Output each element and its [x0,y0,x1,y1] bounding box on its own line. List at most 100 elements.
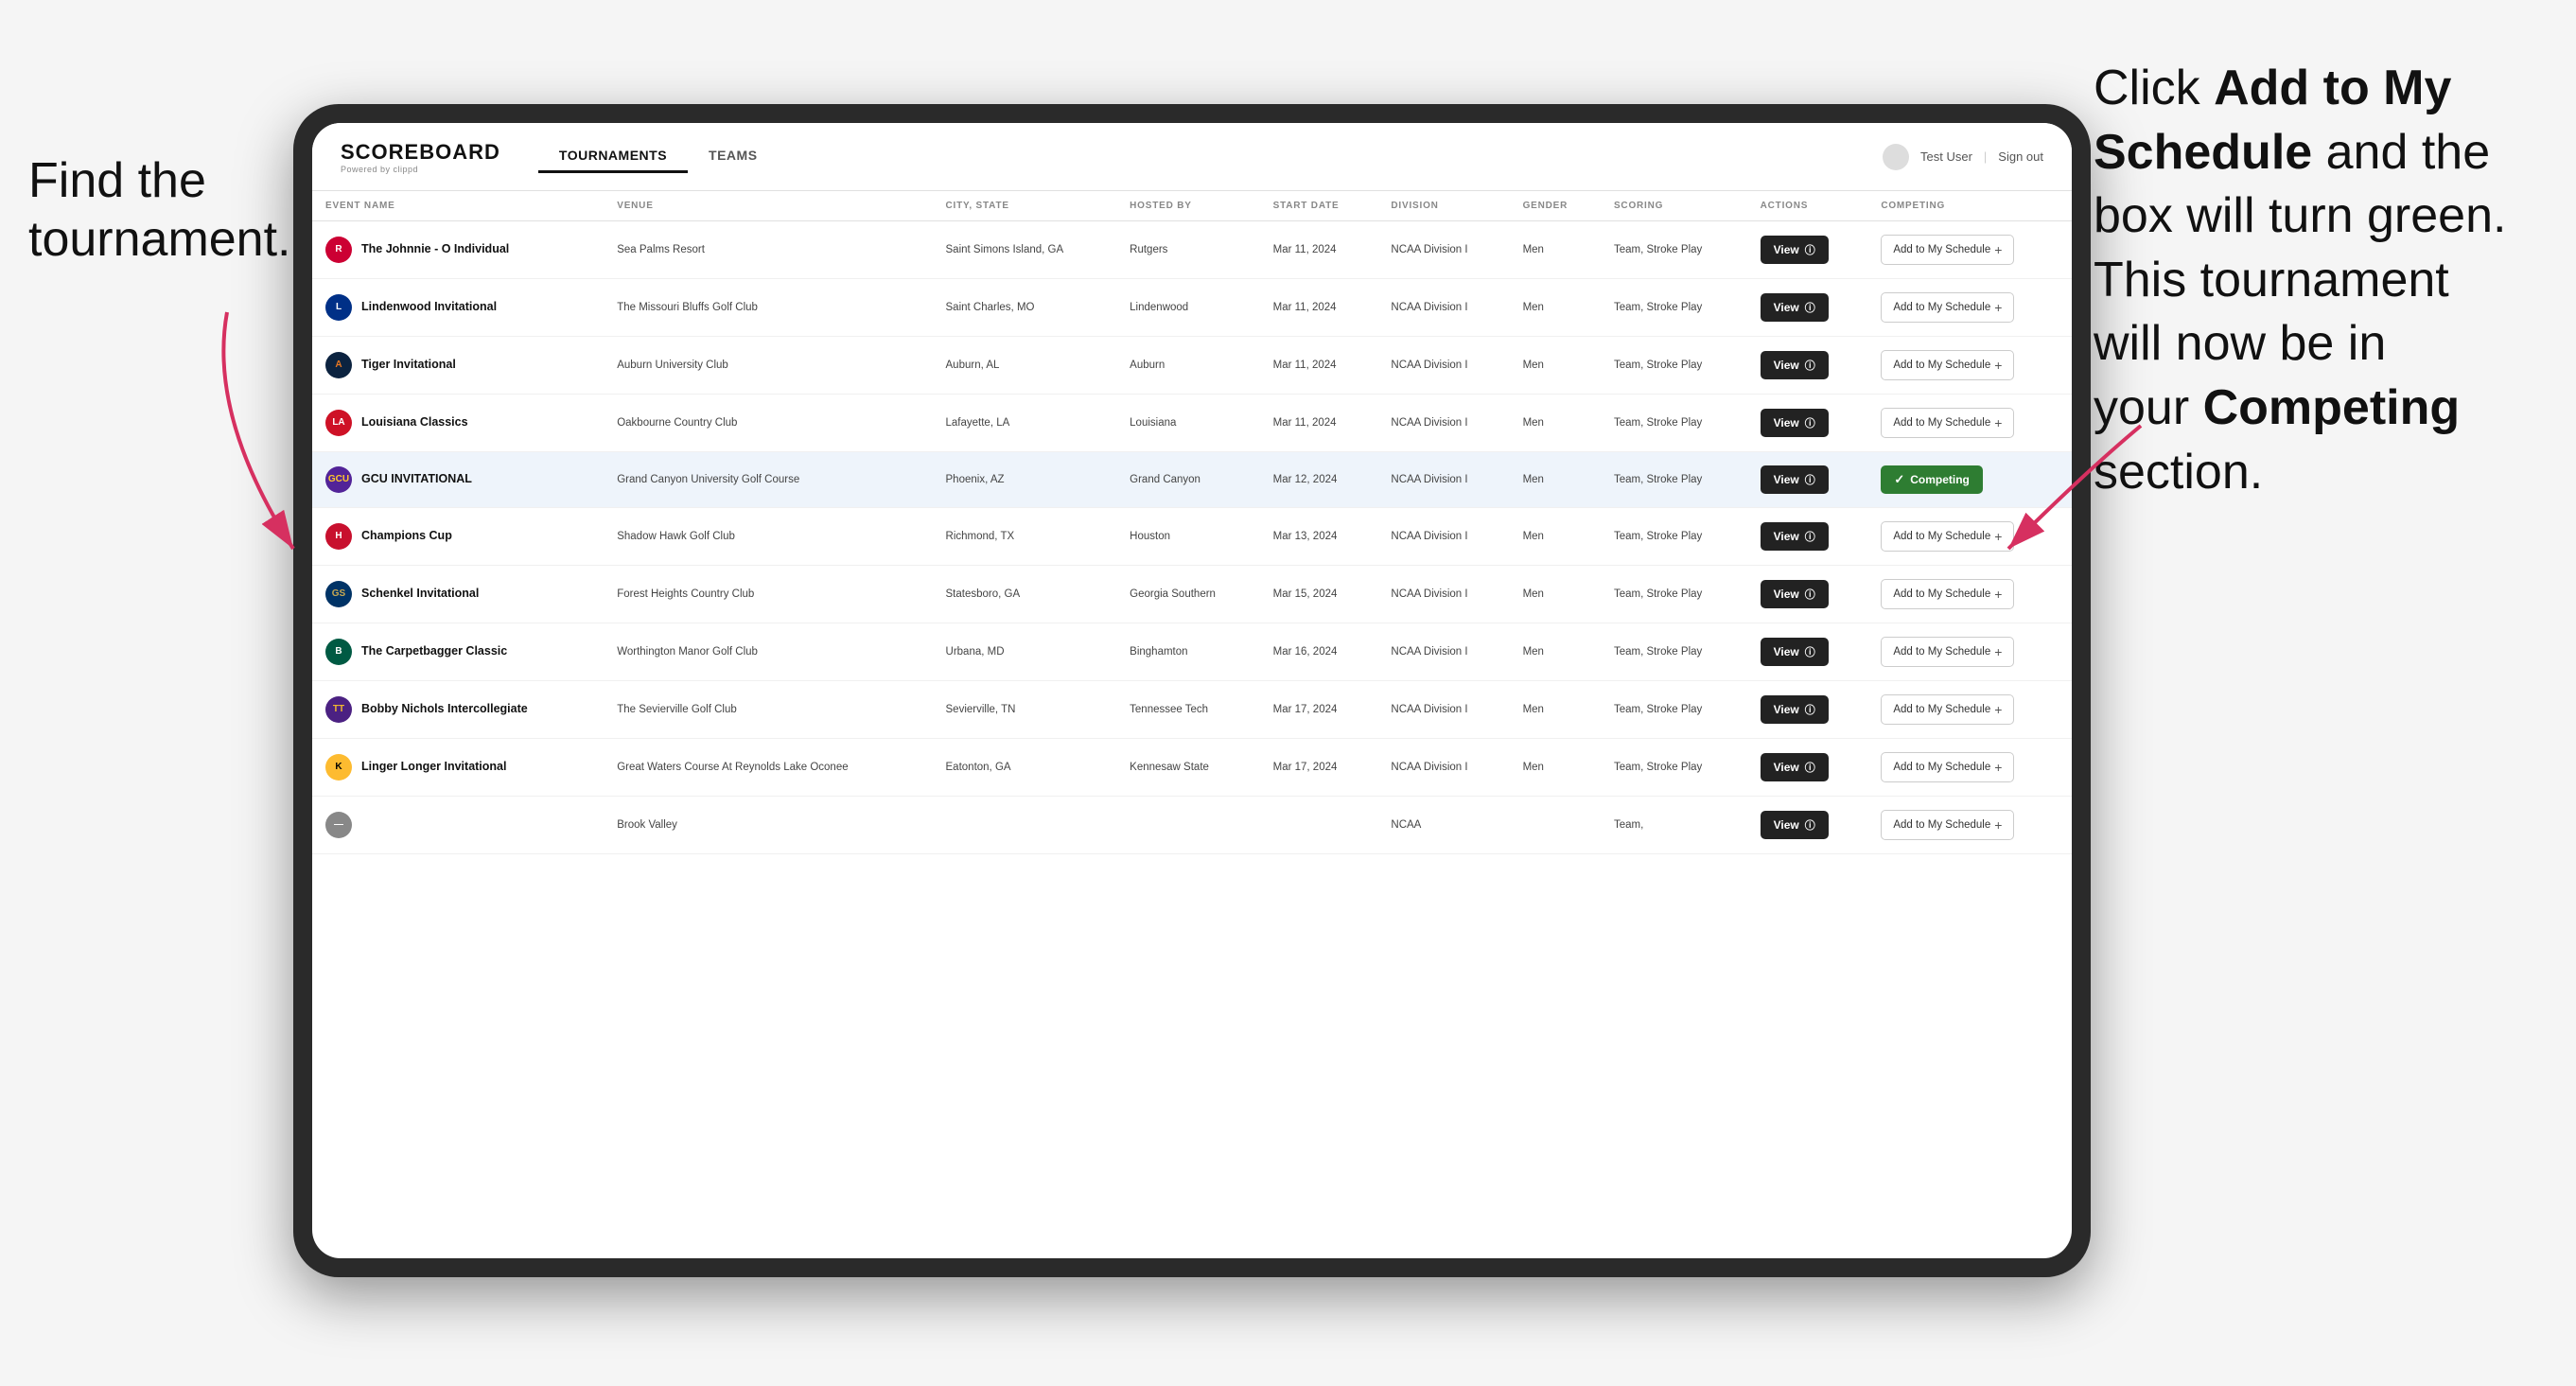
city-state-cell: Eatonton, GA [933,739,1117,797]
team-logo: R [325,237,352,263]
event-name-cell: TT Bobby Nichols Intercollegiate [312,681,604,739]
actions-cell: View ⓘ [1747,681,1868,739]
add-to-schedule-button[interactable]: Add to My Schedule + [1881,292,2014,323]
event-name-text: Champions Cup [361,528,452,545]
competing-cell: ✓ Competing [1867,452,2072,508]
event-name-text: Bobby Nichols Intercollegiate [361,701,528,718]
division-cell: NCAA [1377,797,1509,854]
view-button[interactable]: View ⓘ [1761,811,1829,839]
add-to-schedule-button[interactable]: Add to My Schedule + [1881,350,2014,380]
division-cell: NCAA Division I [1377,221,1509,279]
venue-cell: Brook Valley [604,797,932,854]
add-to-schedule-button[interactable]: Add to My Schedule + [1881,752,2014,782]
gender-cell: Men [1510,221,1601,279]
division-cell: NCAA Division I [1377,452,1509,508]
city-state-cell: Saint Simons Island, GA [933,221,1117,279]
team-logo: A [325,352,352,378]
tab-teams[interactable]: TEAMS [688,140,779,173]
event-name-cell: GS Schenkel Invitational [312,566,604,623]
scoring-cell: Team, Stroke Play [1601,623,1747,681]
start-date-cell: Mar 16, 2024 [1260,623,1378,681]
view-button[interactable]: View ⓘ [1761,236,1829,264]
hosted-by-cell: Kennesaw State [1116,739,1259,797]
table-row: GS Schenkel Invitational Forest Heights … [312,566,2072,623]
venue-cell: Worthington Manor Golf Club [604,623,932,681]
gender-cell [1510,797,1601,854]
start-date-cell: Mar 17, 2024 [1260,739,1378,797]
add-to-schedule-button[interactable]: Add to My Schedule + [1881,579,2014,609]
event-name-text: Louisiana Classics [361,414,468,431]
hosted-by-cell: Georgia Southern [1116,566,1259,623]
table-row: A Tiger Invitational Auburn University C… [312,337,2072,395]
event-name-cell: — [312,797,604,854]
view-button[interactable]: View ⓘ [1761,522,1829,551]
competing-cell: Add to My Schedule + [1867,508,2072,566]
start-date-cell: Mar 15, 2024 [1260,566,1378,623]
actions-cell: View ⓘ [1747,508,1868,566]
table-row: L Lindenwood Invitational The Missouri B… [312,279,2072,337]
actions-cell: View ⓘ [1747,221,1868,279]
table-header-row: EVENT NAME VENUE CITY, STATE HOSTED BY S… [312,191,2072,221]
start-date-cell [1260,797,1378,854]
city-state-cell: Urbana, MD [933,623,1117,681]
sign-out-link[interactable]: Sign out [1998,149,2043,164]
add-to-schedule-button[interactable]: Add to My Schedule + [1881,694,2014,725]
gender-cell: Men [1510,337,1601,395]
add-to-schedule-button[interactable]: Add to My Schedule + [1881,521,2014,552]
col-venue: VENUE [604,191,932,221]
table-row: — Brook ValleyNCAATeam,View ⓘAdd to My S… [312,797,2072,854]
event-name-text: The Johnnie - O Individual [361,241,509,258]
tab-tournaments[interactable]: TOURNAMENTS [538,140,688,173]
table-row: GCU GCU INVITATIONAL Grand Canyon Univer… [312,452,2072,508]
competing-cell: Add to My Schedule + [1867,566,2072,623]
scoring-cell: Team, Stroke Play [1601,279,1747,337]
scoring-cell: Team, Stroke Play [1601,681,1747,739]
view-button[interactable]: View ⓘ [1761,465,1829,494]
division-cell: NCAA Division I [1377,508,1509,566]
event-name-text: Tiger Invitational [361,357,456,374]
hosted-by-cell [1116,797,1259,854]
start-date-cell: Mar 11, 2024 [1260,279,1378,337]
add-to-schedule-button[interactable]: Add to My Schedule + [1881,810,2014,840]
city-state-cell [933,797,1117,854]
view-button[interactable]: View ⓘ [1761,293,1829,322]
scoring-cell: Team, Stroke Play [1601,221,1747,279]
actions-cell: View ⓘ [1747,279,1868,337]
team-logo: GS [325,581,352,607]
city-state-cell: Saint Charles, MO [933,279,1117,337]
col-city-state: CITY, STATE [933,191,1117,221]
view-button[interactable]: View ⓘ [1761,638,1829,666]
competing-cell: Add to My Schedule + [1867,221,2072,279]
city-state-cell: Lafayette, LA [933,395,1117,452]
event-name-cell: LA Louisiana Classics [312,395,604,452]
event-name-text: Schenkel Invitational [361,586,479,603]
venue-cell: Forest Heights Country Club [604,566,932,623]
tournaments-table-container: EVENT NAME VENUE CITY, STATE HOSTED BY S… [312,191,2072,1258]
user-avatar [1883,144,1909,170]
add-to-schedule-button[interactable]: Add to My Schedule + [1881,408,2014,438]
add-to-schedule-button[interactable]: Add to My Schedule + [1881,637,2014,667]
tournaments-table: EVENT NAME VENUE CITY, STATE HOSTED BY S… [312,191,2072,854]
table-row: TT Bobby Nichols Intercollegiate The Sev… [312,681,2072,739]
competing-button[interactable]: ✓ Competing [1881,465,1983,494]
venue-cell: Shadow Hawk Golf Club [604,508,932,566]
venue-cell: Great Waters Course At Reynolds Lake Oco… [604,739,932,797]
add-to-schedule-button[interactable]: Add to My Schedule + [1881,235,2014,265]
gender-cell: Men [1510,739,1601,797]
event-name-cell: L Lindenwood Invitational [312,279,604,337]
view-button[interactable]: View ⓘ [1761,753,1829,781]
view-button[interactable]: View ⓘ [1761,351,1829,379]
actions-cell: View ⓘ [1747,623,1868,681]
city-state-cell: Statesboro, GA [933,566,1117,623]
tablet-device: SCOREBOARD Powered by clippd TOURNAMENTS… [293,104,2091,1277]
view-button[interactable]: View ⓘ [1761,409,1829,437]
division-cell: NCAA Division I [1377,623,1509,681]
view-button[interactable]: View ⓘ [1761,580,1829,608]
table-row: R The Johnnie - O Individual Sea Palms R… [312,221,2072,279]
start-date-cell: Mar 13, 2024 [1260,508,1378,566]
view-button[interactable]: View ⓘ [1761,695,1829,724]
division-cell: NCAA Division I [1377,337,1509,395]
hosted-by-cell: Houston [1116,508,1259,566]
gender-cell: Men [1510,681,1601,739]
hosted-by-cell: Louisiana [1116,395,1259,452]
